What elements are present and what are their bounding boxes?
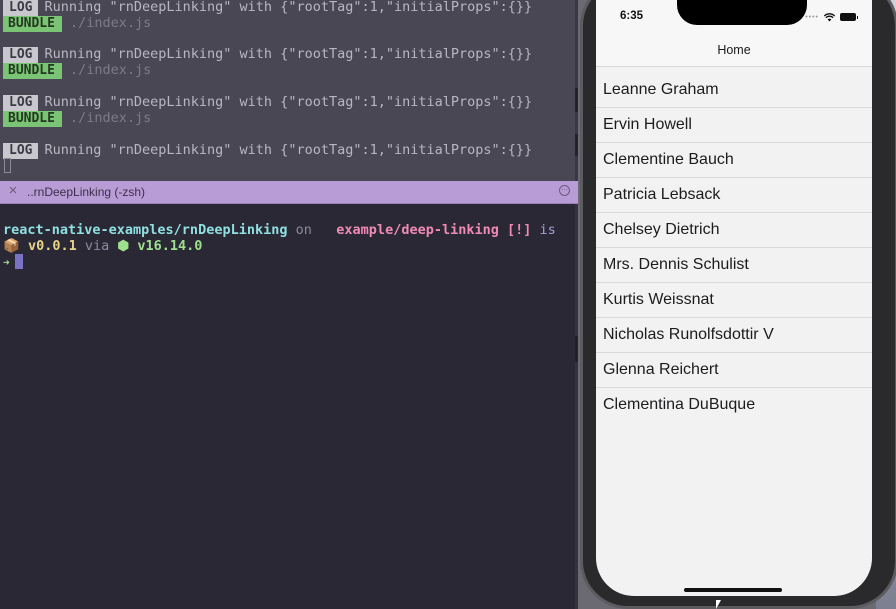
git-status: [!] (507, 222, 532, 238)
simulator-screen[interactable]: 6:35 •••• Home Leanne Graham Ervin Howel… (596, 0, 872, 596)
node-icon: ⬢ (117, 238, 130, 254)
bundle-line: BUNDLE ./index.js (3, 15, 152, 32)
shell-pane[interactable]: react-native-examples/rnDeepLinking on e… (0, 204, 578, 609)
inactive-cursor (4, 158, 11, 173)
log-tag: LOG (3, 47, 39, 63)
bundle-path: ./index.js (69, 15, 152, 31)
list-item[interactable]: Nicholas Runolfsdottir V (596, 318, 872, 353)
scrollbar-top-pane[interactable] (575, 0, 578, 181)
bundle-path: ./index.js (69, 110, 152, 126)
prompt-line-1: react-native-examples/rnDeepLinking on e… (3, 222, 556, 238)
scrollbar-shell-pane[interactable] (575, 204, 578, 609)
terminal-window[interactable]: LOG Running "rnDeepLinking" with {"rootTa… (0, 0, 578, 609)
bundle-tag: BUNDLE (3, 16, 62, 32)
list-item[interactable]: Chelsey Dietrich (596, 213, 872, 248)
log-tag: LOG (3, 0, 39, 16)
close-icon[interactable]: × (6, 183, 20, 199)
node-version: v16.14.0 (137, 238, 203, 254)
bundle-line: BUNDLE ./index.js (3, 62, 152, 79)
battery-icon (840, 13, 858, 21)
list-item[interactable]: Patricia Lebsack (596, 178, 872, 213)
pane-title: ..rnDeepLinking (-zsh) (27, 185, 146, 199)
scrollbar-thumb[interactable] (575, 88, 578, 112)
metro-log-pane[interactable]: LOG Running "rnDeepLinking" with {"rootTa… (0, 0, 578, 181)
scrollbar-thumb[interactable] (575, 134, 578, 156)
prompt-path: react-native-examples/rnDeepLinking (3, 222, 288, 238)
log-message: Running "rnDeepLinking" with {"rootTag":… (44, 142, 533, 158)
prompt-is: is (539, 222, 556, 238)
bundle-tag: BUNDLE (3, 111, 62, 127)
prompt-on: on (295, 222, 312, 238)
list-item[interactable]: Mrs. Dennis Schulist (596, 248, 872, 283)
log-tag: LOG (3, 143, 39, 159)
status-time: 6:35 (620, 10, 644, 22)
home-indicator[interactable] (684, 588, 782, 592)
navigation-bar: Home (596, 35, 872, 67)
log-line: LOG Running "rnDeepLinking" with {"rootTa… (3, 46, 533, 63)
list-item[interactable]: Clementine Bauch (596, 143, 872, 178)
log-message: Running "rnDeepLinking" with {"rootTag":… (44, 0, 533, 15)
list-item[interactable]: Clementina DuBuque (596, 388, 872, 422)
bundle-line: BUNDLE ./index.js (3, 110, 152, 127)
status-icons: •••• (805, 11, 858, 23)
pane-title-bar[interactable]: × ..rnDeepLinking (-zsh) ··· (0, 181, 578, 204)
log-line: LOG Running "rnDeepLinking" with {"rootTa… (3, 94, 533, 111)
package-version: v0.0.1 (27, 238, 77, 254)
list-item[interactable]: Ervin Howell (596, 108, 872, 143)
log-line: LOG Running "rnDeepLinking" with {"rootTa… (3, 142, 533, 159)
list-item[interactable]: Glenna Reichert (596, 353, 872, 388)
log-line: LOG Running "rnDeepLinking" with {"rootTa… (3, 0, 533, 16)
prompt-arrow-icon: ➜ (3, 256, 10, 269)
mouse-pointer-icon (716, 600, 721, 609)
list-item[interactable]: Leanne Graham (596, 73, 872, 108)
list-item[interactable]: Kurtis Weissnat (596, 283, 872, 318)
bundle-tag: BUNDLE (3, 63, 62, 79)
prompt-line-3[interactable]: ➜ (3, 254, 23, 270)
prompt-via: via (84, 238, 110, 254)
log-tag: LOG (3, 95, 39, 111)
nav-title: Home (717, 43, 751, 57)
more-options-icon[interactable]: ··· (559, 185, 570, 196)
bundle-path: ./index.js (69, 62, 152, 78)
log-message: Running "rnDeepLinking" with {"rootTag":… (44, 46, 533, 62)
git-branch: example/deep-linking (336, 222, 499, 238)
text-cursor[interactable] (14, 254, 23, 269)
device-notch (677, 0, 807, 25)
package-icon: 📦 (3, 238, 20, 254)
signal-icon: •••• (805, 13, 819, 21)
user-list[interactable]: Leanne Graham Ervin Howell Clementine Ba… (596, 73, 872, 422)
log-message: Running "rnDeepLinking" with {"rootTag":… (44, 94, 533, 110)
prompt-line-2: 📦 v0.0.1 via ⬢ v16.14.0 (3, 238, 202, 254)
wifi-icon (824, 12, 835, 21)
scrollbar-thumb[interactable] (575, 336, 578, 362)
